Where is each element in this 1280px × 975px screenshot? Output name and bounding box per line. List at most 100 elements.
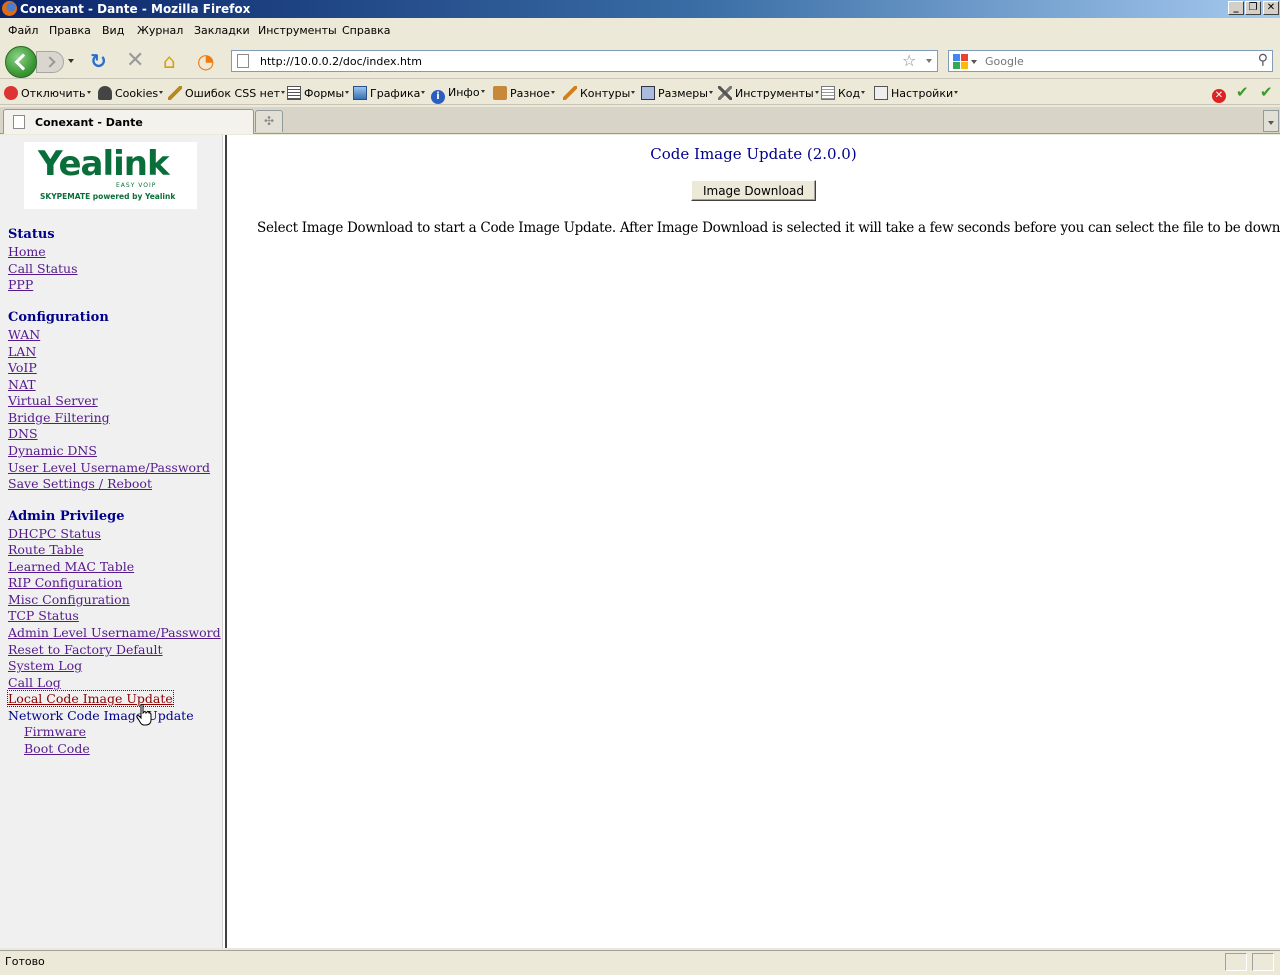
tab-list-button[interactable]	[1263, 110, 1279, 132]
link-wan[interactable]: WAN	[8, 327, 40, 342]
security-status-icon[interactable]	[1225, 953, 1247, 971]
link-lan[interactable]: LAN	[8, 344, 36, 359]
instruction-text: Select Image Download to start a Code Im…	[257, 220, 1280, 236]
close-window-button[interactable]: ✕	[1263, 1, 1279, 15]
source-icon	[821, 86, 835, 100]
hand-cursor-icon	[136, 704, 152, 726]
menu-tools[interactable]: Инструменты	[258, 24, 337, 37]
bookmark-star-icon[interactable]: ☆	[902, 51, 916, 70]
tools-icon	[718, 86, 732, 100]
cookies-icon	[98, 86, 112, 100]
reload-icon[interactable]: ↻	[90, 50, 107, 72]
window-title-bar: Conexant - Dante - Mozilla Firefox _ ❐ ✕	[0, 0, 1280, 18]
menu-bar: Файл Правка Вид Журнал Закладки Инструме…	[0, 20, 1280, 42]
tab-page-icon	[13, 115, 25, 129]
dev-cookies-menu[interactable]: Cookies	[98, 86, 164, 100]
tab-label: Conexant - Dante	[35, 116, 143, 129]
dev-tools-menu[interactable]: Инструменты	[718, 86, 819, 100]
link-nat[interactable]: NAT	[8, 377, 36, 392]
dev-disable-menu[interactable]: Отключить	[4, 86, 91, 100]
dev-info-menu[interactable]: i Инфо	[431, 86, 485, 104]
page-title: Code Image Update (2.0.0)	[650, 145, 857, 163]
options-icon	[874, 86, 888, 100]
link-learned-mac-table[interactable]: Learned MAC Table	[8, 559, 134, 574]
link-boot-code[interactable]: Boot Code	[24, 741, 90, 756]
google-engine-icon[interactable]	[951, 53, 981, 70]
heading-configuration: Configuration	[8, 310, 109, 325]
web-developer-toolbar: Отключить Cookies Ошибок CSS нет Формы Г…	[0, 81, 1280, 105]
dev-outline-menu[interactable]: Контуры	[563, 86, 636, 100]
forward-button[interactable]	[36, 51, 64, 73]
yealink-logo: Yealink EASY VOIP SKYPEMATE powered by Y…	[24, 142, 197, 209]
menu-edit[interactable]: Правка	[49, 24, 91, 37]
dev-css-menu[interactable]: Ошибок CSS нет	[168, 86, 286, 100]
link-dns[interactable]: DNS	[8, 426, 38, 441]
url-dropdown-icon[interactable]	[926, 59, 932, 63]
dev-misc-menu[interactable]: Разное	[493, 86, 555, 100]
restore-button[interactable]: ❐	[1245, 1, 1261, 15]
tab-conexant-dante[interactable]: Conexant - Dante	[3, 109, 254, 134]
link-rip-configuration[interactable]: RIP Configuration	[8, 575, 122, 590]
new-tab-button[interactable]: ✣	[255, 110, 283, 132]
menu-help[interactable]: Справка	[342, 24, 390, 37]
link-dhcpc-status[interactable]: DHCPC Status	[8, 526, 101, 541]
menu-file[interactable]: Файл	[8, 24, 38, 37]
feed-status-icon[interactable]	[1252, 953, 1274, 971]
menu-bookmarks[interactable]: Закладки	[194, 24, 250, 37]
search-input[interactable]	[985, 53, 1245, 69]
menu-history[interactable]: Журнал	[137, 24, 183, 37]
link-save-settings-reboot[interactable]: Save Settings / Reboot	[8, 476, 152, 491]
dev-forms-menu[interactable]: Формы	[287, 86, 350, 100]
outline-pencil-icon	[563, 86, 577, 100]
forms-icon	[287, 86, 301, 100]
link-route-table[interactable]: Route Table	[8, 542, 84, 557]
home-icon[interactable]: ⌂	[163, 50, 176, 72]
history-dropdown-icon[interactable]	[68, 59, 74, 63]
link-call-log[interactable]: Call Log	[8, 675, 61, 690]
link-ppp[interactable]: PPP	[8, 277, 33, 292]
dev-css-valid-check-icon[interactable]: ✔	[1236, 83, 1249, 101]
link-voip[interactable]: VoIP	[8, 360, 37, 375]
link-network-code-image-update[interactable]: Network Code Image Update	[8, 708, 194, 723]
heading-admin-privilege: Admin Privilege	[8, 509, 125, 524]
navigation-frame: Yealink EASY VOIP SKYPEMATE powered by Y…	[0, 135, 222, 948]
link-firmware[interactable]: Firmware	[24, 724, 86, 739]
dev-images-menu[interactable]: Графика	[353, 86, 426, 100]
dev-error-icon[interactable]: ✕	[1212, 85, 1229, 103]
url-bar[interactable]: ☆	[231, 50, 938, 72]
link-reset-factory-default[interactable]: Reset to Factory Default	[8, 642, 163, 657]
image-download-button[interactable]: Image Download	[691, 180, 816, 201]
url-input[interactable]	[260, 53, 900, 69]
dev-source-menu[interactable]: Код	[821, 86, 866, 100]
dev-resize-menu[interactable]: Размеры	[641, 86, 713, 100]
link-system-log[interactable]: System Log	[8, 658, 82, 673]
images-icon	[353, 86, 367, 100]
search-icon[interactable]: ⚲	[1258, 52, 1268, 68]
link-tcp-status[interactable]: TCP Status	[8, 608, 79, 623]
minimize-button[interactable]: _	[1228, 1, 1244, 15]
firefox-icon	[2, 1, 17, 16]
link-user-level-password[interactable]: User Level Username/Password	[8, 460, 210, 475]
status-bar: Готово	[0, 950, 1280, 972]
menu-view[interactable]: Вид	[102, 24, 124, 37]
link-dynamic-dns[interactable]: Dynamic DNS	[8, 443, 97, 458]
tab-strip: Conexant - Dante ✣	[0, 107, 1280, 134]
link-virtual-server[interactable]: Virtual Server	[8, 393, 98, 408]
stop-icon[interactable]: ✕	[126, 50, 144, 72]
link-home[interactable]: Home	[8, 244, 46, 259]
disable-icon	[4, 86, 18, 100]
css-pencil-icon	[168, 86, 182, 100]
link-misc-configuration[interactable]: Misc Configuration	[8, 592, 130, 607]
back-button[interactable]	[5, 46, 37, 78]
page-content: Yealink EASY VOIP SKYPEMATE powered by Y…	[0, 135, 1280, 948]
dev-options-menu[interactable]: Настройки	[874, 86, 959, 100]
rss-feed-icon[interactable]: ◔	[197, 50, 214, 72]
link-admin-level-password[interactable]: Admin Level Username/Password	[8, 625, 221, 640]
window-title: Conexant - Dante - Mozilla Firefox	[20, 2, 251, 16]
search-bar[interactable]: ⚲	[948, 50, 1273, 72]
info-icon: i	[431, 90, 445, 104]
dev-html-valid-check-icon[interactable]: ✔	[1260, 83, 1273, 101]
link-bridge-filtering[interactable]: Bridge Filtering	[8, 410, 110, 425]
link-call-status[interactable]: Call Status	[8, 261, 78, 276]
page-icon	[237, 54, 249, 68]
